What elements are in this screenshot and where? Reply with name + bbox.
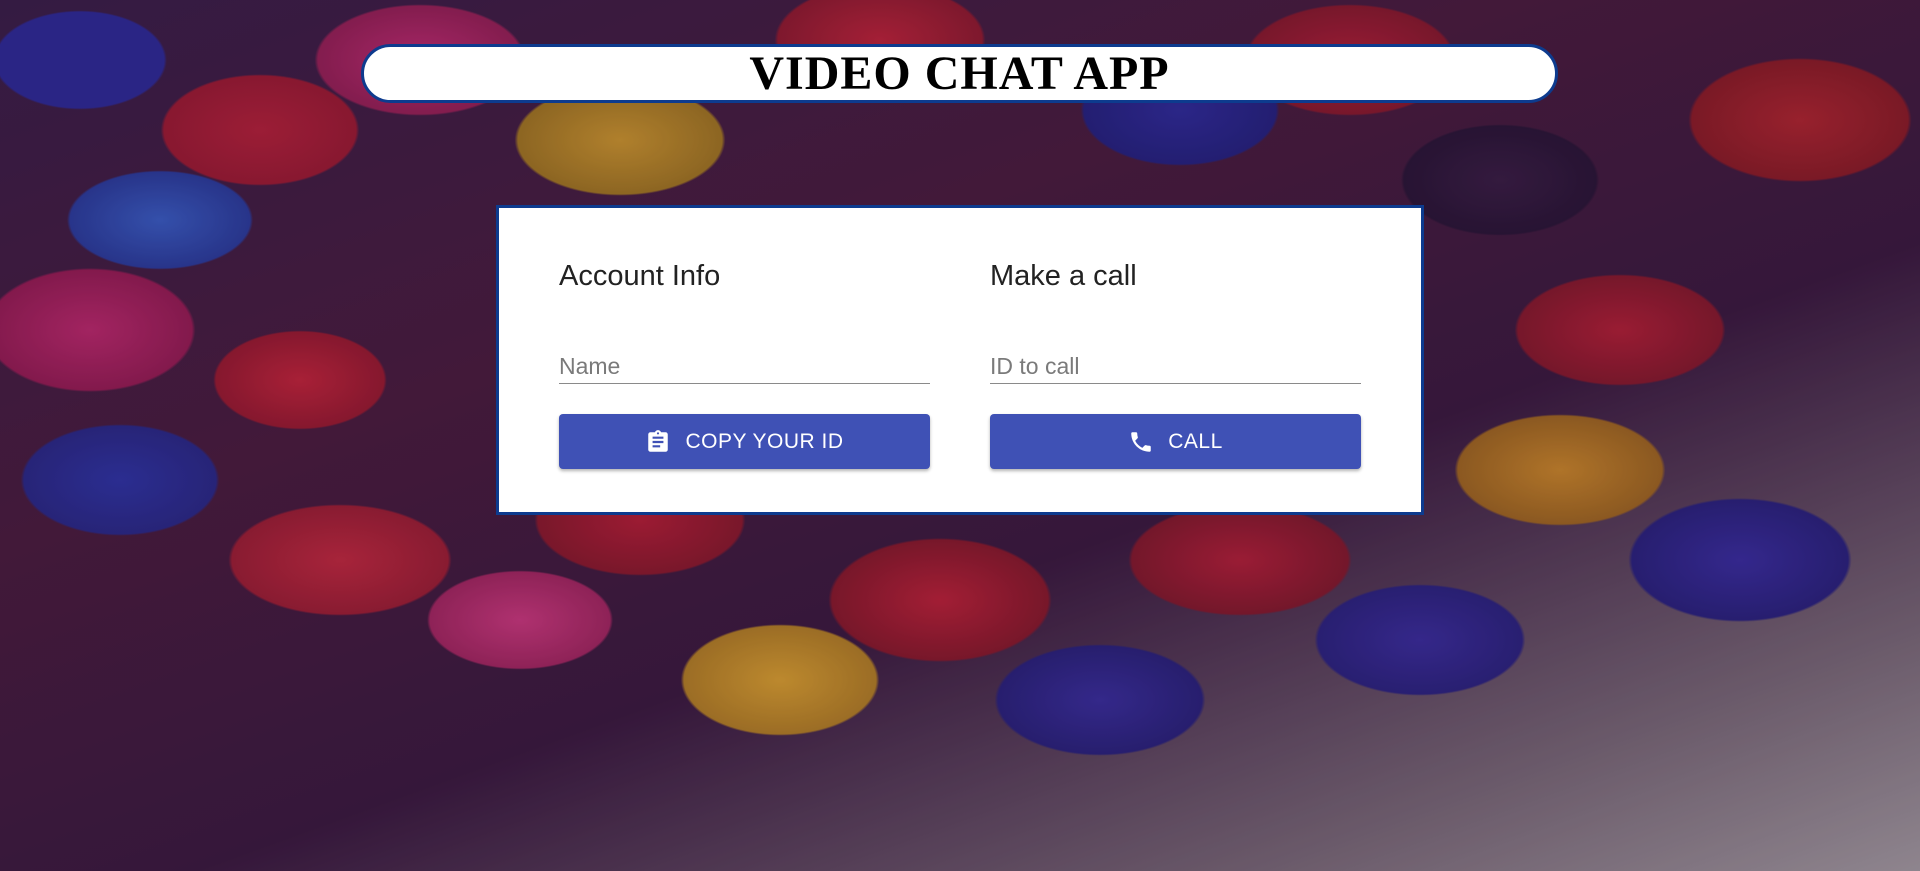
id-to-call-input[interactable] [990,342,1361,383]
id-to-call-field [990,342,1361,384]
copy-id-button-label: COPY YOUR ID [685,429,844,453]
call-button[interactable]: CALL [990,414,1361,469]
account-info-heading: Account Info [559,260,721,292]
copy-id-button[interactable]: COPY YOUR ID [559,414,930,469]
clipboard-icon [648,429,669,452]
main-card: Account Info COPY YOUR ID Make a call CA… [496,205,1424,515]
app-title: VIDEO CHAT APP [749,46,1170,100]
name-input[interactable] [559,342,930,383]
app-title-bar: VIDEO CHAT APP [361,44,1558,103]
call-button-label: CALL [1168,429,1223,453]
phone-icon [1131,431,1151,452]
make-call-heading: Make a call [990,260,1137,292]
name-field [559,342,930,384]
